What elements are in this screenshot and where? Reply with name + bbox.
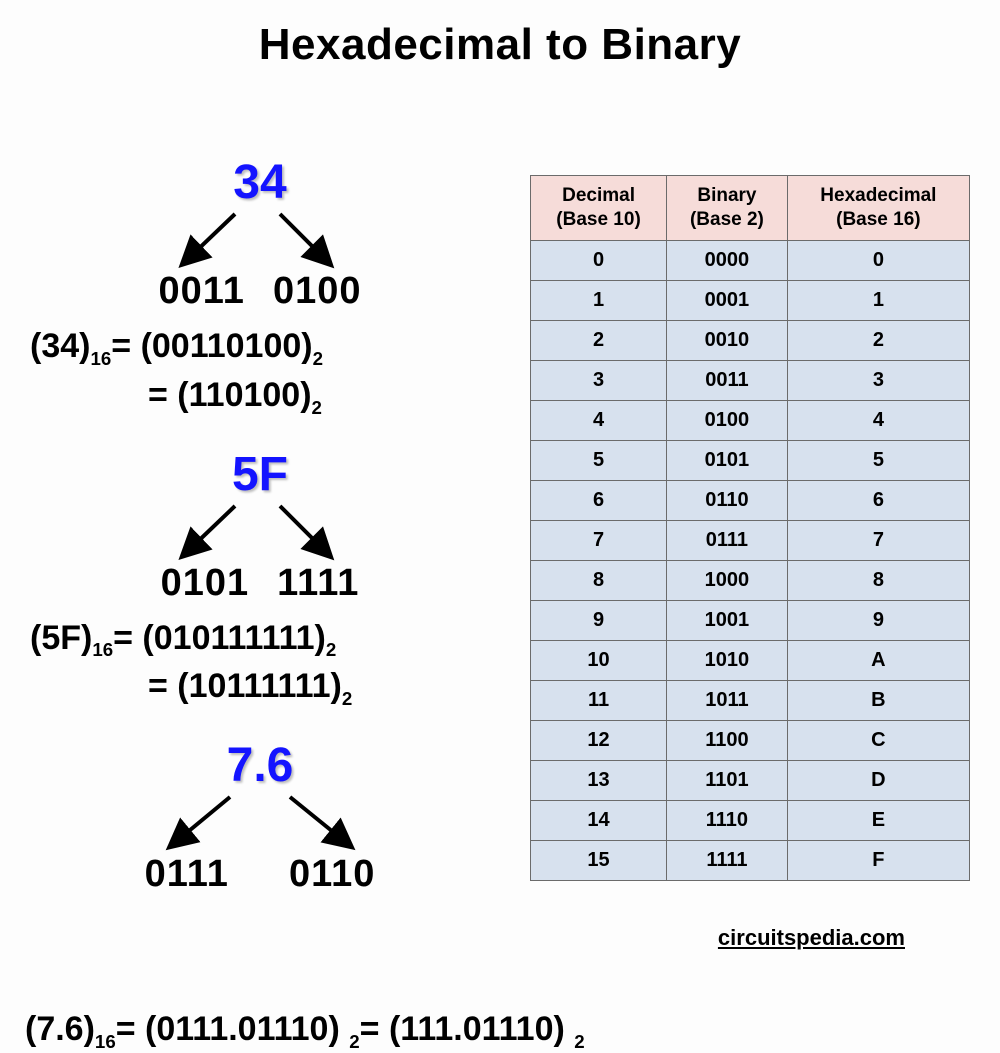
conversion-table: Decimal(Base 10) Binary(Base 2) Hexadeci…: [530, 175, 970, 881]
table-cell: 8: [787, 560, 969, 600]
right-bits: 0100: [273, 270, 362, 313]
left-bits: 0111: [145, 853, 229, 896]
attribution-link[interactable]: circuitspedia.com: [718, 925, 905, 951]
example-1: 34 0011 0100 (34)16= (00110100)2 = (11010…: [20, 155, 500, 419]
table-cell: 12: [531, 720, 667, 760]
equation-3: (7.6)16= (0111.01110) 2= (111.01110) 2: [25, 1010, 585, 1053]
equation-2b: = (10111111)2: [20, 667, 500, 710]
table-cell: 7: [787, 520, 969, 560]
table-row: 151111F: [531, 840, 970, 880]
table-cell: 14: [531, 800, 667, 840]
table-row: 601106: [531, 480, 970, 520]
left-bits: 0101: [161, 562, 250, 605]
table-row: 141110E: [531, 800, 970, 840]
table-cell: F: [787, 840, 969, 880]
equation-1a: (34)16= (00110100)2: [20, 327, 500, 370]
table-cell: 1: [787, 280, 969, 320]
split-bits-1: 0011 0100: [20, 270, 500, 313]
table-cell: 7: [531, 520, 667, 560]
arrow-right-icon: [275, 212, 335, 267]
table-row: 131101D: [531, 760, 970, 800]
equation-1b: = (110100)2: [20, 376, 500, 419]
table-cell: 1110: [667, 800, 788, 840]
table-row: 121100C: [531, 720, 970, 760]
page-title: Hexadecimal to Binary: [0, 0, 1000, 70]
table-cell: 2: [787, 320, 969, 360]
table-row: 200102: [531, 320, 970, 360]
header-binary: Binary(Base 2): [667, 176, 788, 241]
table-cell: D: [787, 760, 969, 800]
table-cell: 4: [787, 400, 969, 440]
table-row: 910019: [531, 600, 970, 640]
table-cell: 1101: [667, 760, 788, 800]
left-bits: 0011: [159, 270, 245, 313]
table-cell: 0010: [667, 320, 788, 360]
example-3: 7.6 0111 0110: [20, 738, 500, 896]
table-cell: 8: [531, 560, 667, 600]
header-decimal: Decimal(Base 10): [531, 176, 667, 241]
table-cell: 9: [787, 600, 969, 640]
table-cell: 0: [531, 240, 667, 280]
table-cell: 9: [531, 600, 667, 640]
table-row: 101010A: [531, 640, 970, 680]
table-cell: 10: [531, 640, 667, 680]
table-cell: 4: [531, 400, 667, 440]
table-cell: 3: [531, 360, 667, 400]
table-cell: 5: [787, 440, 969, 480]
table-header-row: Decimal(Base 10) Binary(Base 2) Hexadeci…: [531, 176, 970, 241]
header-hex: Hexadecimal(Base 16): [787, 176, 969, 241]
table-cell: A: [787, 640, 969, 680]
table-cell: 0011: [667, 360, 788, 400]
table-cell: 1: [531, 280, 667, 320]
table-cell: C: [787, 720, 969, 760]
table-cell: 6: [787, 480, 969, 520]
table-row: 810008: [531, 560, 970, 600]
example-2: 5F 0101 1111 (5F)16= (010111111)2 = (1011…: [20, 447, 500, 711]
table-cell: 1111: [667, 840, 788, 880]
table-row: 501015: [531, 440, 970, 480]
split-bits-3: 0111 0110: [20, 853, 500, 896]
table-cell: 6: [531, 480, 667, 520]
table-cell: 2: [531, 320, 667, 360]
table-cell: 11: [531, 680, 667, 720]
arrow-left-icon: [180, 504, 240, 559]
equation-2a: (5F)16= (010111111)2: [20, 619, 500, 662]
split-bits-2: 0101 1111: [20, 562, 500, 605]
hex-value-1: 34: [160, 155, 360, 210]
table-row: 000000: [531, 240, 970, 280]
arrow-left-icon: [180, 212, 240, 267]
table-cell: 0: [787, 240, 969, 280]
arrow-right-icon: [275, 504, 335, 559]
table-row: 100011: [531, 280, 970, 320]
table-cell: 0101: [667, 440, 788, 480]
table-cell: 0100: [667, 400, 788, 440]
table-cell: 1100: [667, 720, 788, 760]
table-cell: 3: [787, 360, 969, 400]
table-cell: 15: [531, 840, 667, 880]
arrow-right-icon: [285, 795, 355, 850]
table-row: 701117: [531, 520, 970, 560]
right-bits: 0110: [289, 853, 375, 896]
right-bits: 1111: [277, 562, 359, 605]
table-cell: 5: [531, 440, 667, 480]
table-cell: 1000: [667, 560, 788, 600]
hex-value-3: 7.6: [160, 738, 360, 793]
table-cell: 13: [531, 760, 667, 800]
table-row: 401004: [531, 400, 970, 440]
examples-column: 34 0011 0100 (34)16= (00110100)2 = (11010…: [20, 155, 500, 924]
table-row: 300113: [531, 360, 970, 400]
hex-value-2: 5F: [160, 447, 360, 502]
table-cell: 1011: [667, 680, 788, 720]
table-cell: 0000: [667, 240, 788, 280]
arrow-left-icon: [170, 795, 240, 850]
table-cell: 1010: [667, 640, 788, 680]
table-cell: B: [787, 680, 969, 720]
table-cell: 1001: [667, 600, 788, 640]
table-cell: E: [787, 800, 969, 840]
table-cell: 0111: [667, 520, 788, 560]
table-cell: 0110: [667, 480, 788, 520]
table-cell: 0001: [667, 280, 788, 320]
table-row: 111011B: [531, 680, 970, 720]
